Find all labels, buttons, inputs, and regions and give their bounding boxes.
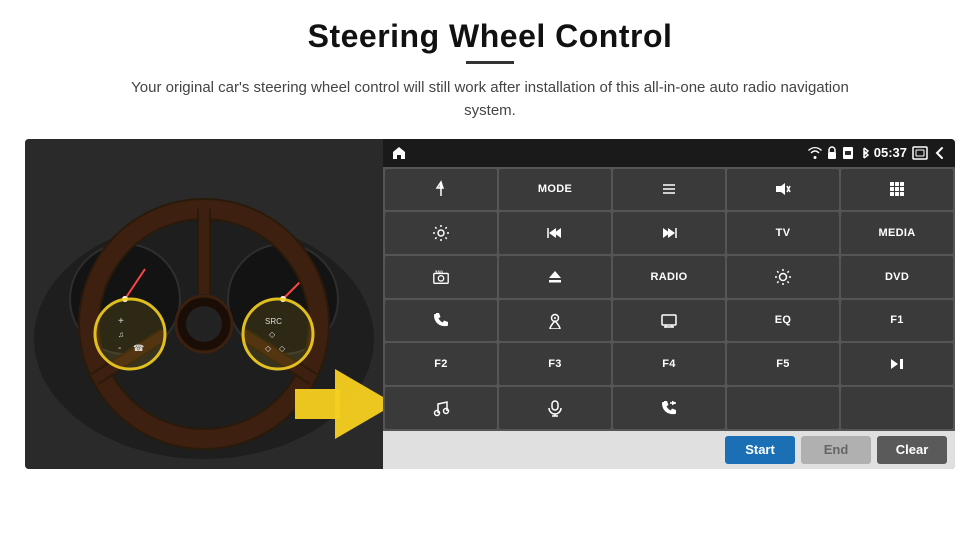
radio-btn[interactable]: RADIO: [613, 256, 725, 298]
nav2-btn[interactable]: [499, 300, 611, 342]
f5-btn[interactable]: F5: [727, 343, 839, 385]
page-wrapper: Steering Wheel Control Your original car…: [0, 0, 980, 544]
mode-btn[interactable]: MODE: [499, 169, 611, 211]
dvd-btn[interactable]: DVD: [841, 256, 953, 298]
svg-text:-: -: [118, 343, 121, 354]
cam360-btn[interactable]: 360: [385, 256, 497, 298]
svg-text:360: 360: [435, 269, 444, 274]
svg-text:◇: ◇: [279, 344, 286, 353]
settings-btn[interactable]: [385, 212, 497, 254]
eq-btn[interactable]: EQ: [727, 300, 839, 342]
music-btn[interactable]: [385, 387, 497, 429]
status-icons: 05:37: [808, 145, 947, 160]
start-button[interactable]: Start: [725, 436, 795, 464]
mute-btn[interactable]: [727, 169, 839, 211]
svg-text:♫: ♫: [118, 330, 124, 339]
apps-btn[interactable]: [841, 169, 953, 211]
mic-btn[interactable]: [499, 387, 611, 429]
page-title: Steering Wheel Control: [308, 18, 673, 55]
svg-text:☎: ☎: [133, 343, 144, 353]
status-bar: 05:37: [383, 139, 955, 167]
bottom-bar: Start End Clear: [383, 431, 955, 469]
next-btn[interactable]: [613, 212, 725, 254]
svg-text:+: +: [118, 316, 124, 327]
empty1-btn[interactable]: [727, 387, 839, 429]
home-icon: [391, 145, 407, 161]
phone-answer-btn[interactable]: [613, 387, 725, 429]
f1-btn[interactable]: F1: [841, 300, 953, 342]
clear-button[interactable]: Clear: [877, 436, 947, 464]
control-panel: 05:37 MODE: [383, 139, 955, 469]
playpause-btn[interactable]: [841, 343, 953, 385]
title-divider: [466, 61, 514, 64]
content-row: + ♫ - ☎ SRC ◇ ◇ ◇: [25, 139, 955, 469]
button-grid: MODE TV: [383, 167, 955, 431]
steering-wheel-image: + ♫ - ☎ SRC ◇ ◇ ◇: [25, 139, 383, 469]
tv-btn[interactable]: TV: [727, 212, 839, 254]
end-button[interactable]: End: [801, 436, 871, 464]
list-btn[interactable]: [613, 169, 725, 211]
prev-btn[interactable]: [499, 212, 611, 254]
page-subtitle: Your original car's steering wheel contr…: [130, 76, 850, 123]
empty2-btn[interactable]: [841, 387, 953, 429]
f3-btn[interactable]: F3: [499, 343, 611, 385]
eject-btn[interactable]: [499, 256, 611, 298]
status-left: [391, 145, 407, 161]
nav-btn[interactable]: [385, 169, 497, 211]
screen-btn[interactable]: [613, 300, 725, 342]
svg-text:SRC: SRC: [265, 317, 282, 326]
status-time: 05:37: [874, 145, 907, 160]
f2-btn[interactable]: F2: [385, 343, 497, 385]
svg-text:◇: ◇: [265, 344, 272, 353]
phone-btn[interactable]: [385, 300, 497, 342]
f4-btn[interactable]: F4: [613, 343, 725, 385]
brightness-btn[interactable]: [727, 256, 839, 298]
media-btn[interactable]: MEDIA: [841, 212, 953, 254]
svg-text:◇: ◇: [269, 330, 276, 339]
